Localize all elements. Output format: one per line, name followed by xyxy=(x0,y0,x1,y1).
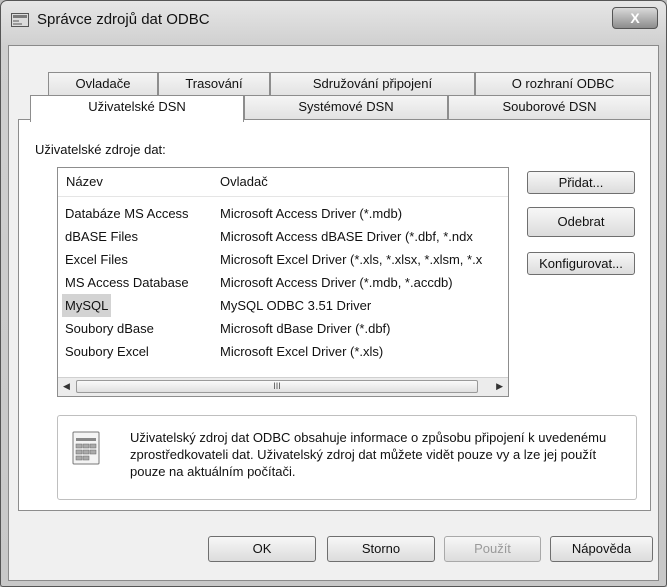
scroll-right-icon[interactable]: ▶ xyxy=(496,381,503,392)
dsn-driver: Microsoft Access dBASE Driver (*.dbf, *.… xyxy=(220,229,473,244)
user-data-sources-label: Uživatelské zdroje dat: xyxy=(35,142,166,157)
add-button-label: Přidat... xyxy=(558,175,604,190)
dsn-driver: MySQL ODBC 3.51 Driver xyxy=(220,298,372,313)
odbc-dialog-window: Správce zdrojů dat ODBC X Ovladače Traso… xyxy=(0,0,667,587)
info-description: Uživatelský zdroj dat ODBC obsahuje info… xyxy=(130,430,607,479)
dsn-name: dBASE Files xyxy=(65,229,138,244)
tab-about-label: O rozhraní ODBC xyxy=(511,76,615,91)
apply-button-label: Použít xyxy=(474,541,511,556)
tab-user-dsn[interactable]: Uživatelské DSN xyxy=(30,95,244,122)
scrollbar-grip: III xyxy=(273,381,281,391)
list-item[interactable]: Soubory Excel Microsoft Excel Driver (*.… xyxy=(58,340,508,363)
dsn-driver: Microsoft Access Driver (*.mdb, *.accdb) xyxy=(220,275,453,290)
tab-tracing-label: Trasování xyxy=(185,76,243,91)
cancel-button[interactable]: Storno xyxy=(327,536,435,562)
tab-connection-pooling-label: Sdružování připojení xyxy=(312,76,433,91)
column-header-name[interactable]: Název xyxy=(66,168,103,196)
close-button[interactable]: X xyxy=(612,7,658,29)
list-item-selected[interactable]: MySQL MySQL ODBC 3.51 Driver xyxy=(58,294,508,317)
help-button-label: Nápověda xyxy=(571,541,632,556)
dsn-name: MS Access Database xyxy=(65,275,189,290)
remove-button-label: Odebrat xyxy=(557,214,605,229)
header-divider xyxy=(58,196,508,197)
dsn-name: Excel Files xyxy=(65,252,128,267)
dsn-name: MySQL xyxy=(62,294,112,317)
ok-button[interactable]: OK xyxy=(208,536,316,562)
dsn-list[interactable]: Název Ovladač Databáze MS Access Microso… xyxy=(57,167,509,397)
dsn-driver: Microsoft dBase Driver (*.dbf) xyxy=(220,321,391,336)
dsn-driver: Microsoft Excel Driver (*.xls) xyxy=(220,344,384,359)
add-button[interactable]: Přidat... xyxy=(527,171,635,194)
tab-drivers-label: Ovladače xyxy=(75,76,131,91)
info-box: Uživatelský zdroj dat ODBC obsahuje info… xyxy=(57,415,637,500)
list-item[interactable]: Excel Files Microsoft Excel Driver (*.xl… xyxy=(58,248,508,271)
apply-button[interactable]: Použít xyxy=(444,536,541,562)
configure-button-label: Konfigurovat... xyxy=(539,256,623,271)
list-item[interactable]: Databáze MS Access Microsoft Access Driv… xyxy=(58,202,508,225)
remove-button[interactable]: Odebrat xyxy=(527,207,635,237)
tab-system-dsn[interactable]: Systémové DSN xyxy=(244,95,448,119)
list-item[interactable]: MS Access Database Microsoft Access Driv… xyxy=(58,271,508,294)
tab-tracing[interactable]: Trasování xyxy=(158,72,270,96)
column-header-driver[interactable]: Ovladač xyxy=(220,168,268,196)
tab-user-dsn-label: Uživatelské DSN xyxy=(88,99,186,114)
tab-drivers[interactable]: Ovladače xyxy=(48,72,158,96)
tab-system-dsn-label: Systémové DSN xyxy=(298,99,394,114)
help-button[interactable]: Nápověda xyxy=(550,536,653,562)
dsn-driver: Microsoft Access Driver (*.mdb) xyxy=(220,206,403,221)
horizontal-scrollbar[interactable]: ◀ III ▶ xyxy=(58,377,508,396)
window-title: Správce zdrojů dat ODBC xyxy=(37,11,210,28)
dsn-driver: Microsoft Excel Driver (*.xls, *.xlsx, *… xyxy=(220,252,483,267)
info-document-icon xyxy=(72,431,100,465)
cancel-button-label: Storno xyxy=(361,541,401,556)
dsn-name: Databáze MS Access xyxy=(65,206,189,221)
tab-about[interactable]: O rozhraní ODBC xyxy=(475,72,651,96)
dsn-name: Soubory Excel xyxy=(65,344,149,359)
close-icon: X xyxy=(630,10,640,26)
scrollbar-thumb[interactable]: III xyxy=(76,380,478,393)
list-item[interactable]: dBASE Files Microsoft Access dBASE Drive… xyxy=(58,225,508,248)
dsn-name: Soubory dBase xyxy=(65,321,154,336)
title-bar[interactable]: Správce zdrojů dat ODBC X xyxy=(1,1,666,45)
tab-connection-pooling[interactable]: Sdružování připojení xyxy=(270,72,475,96)
scroll-left-icon[interactable]: ◀ xyxy=(63,381,70,392)
ok-button-label: OK xyxy=(252,541,272,556)
tab-file-dsn-label: Souborové DSN xyxy=(502,99,597,114)
list-item[interactable]: Soubory dBase Microsoft dBase Driver (*.… xyxy=(58,317,508,340)
window-app-icon xyxy=(11,13,29,27)
configure-button[interactable]: Konfigurovat... xyxy=(527,252,635,275)
tab-file-dsn[interactable]: Souborové DSN xyxy=(448,95,651,119)
